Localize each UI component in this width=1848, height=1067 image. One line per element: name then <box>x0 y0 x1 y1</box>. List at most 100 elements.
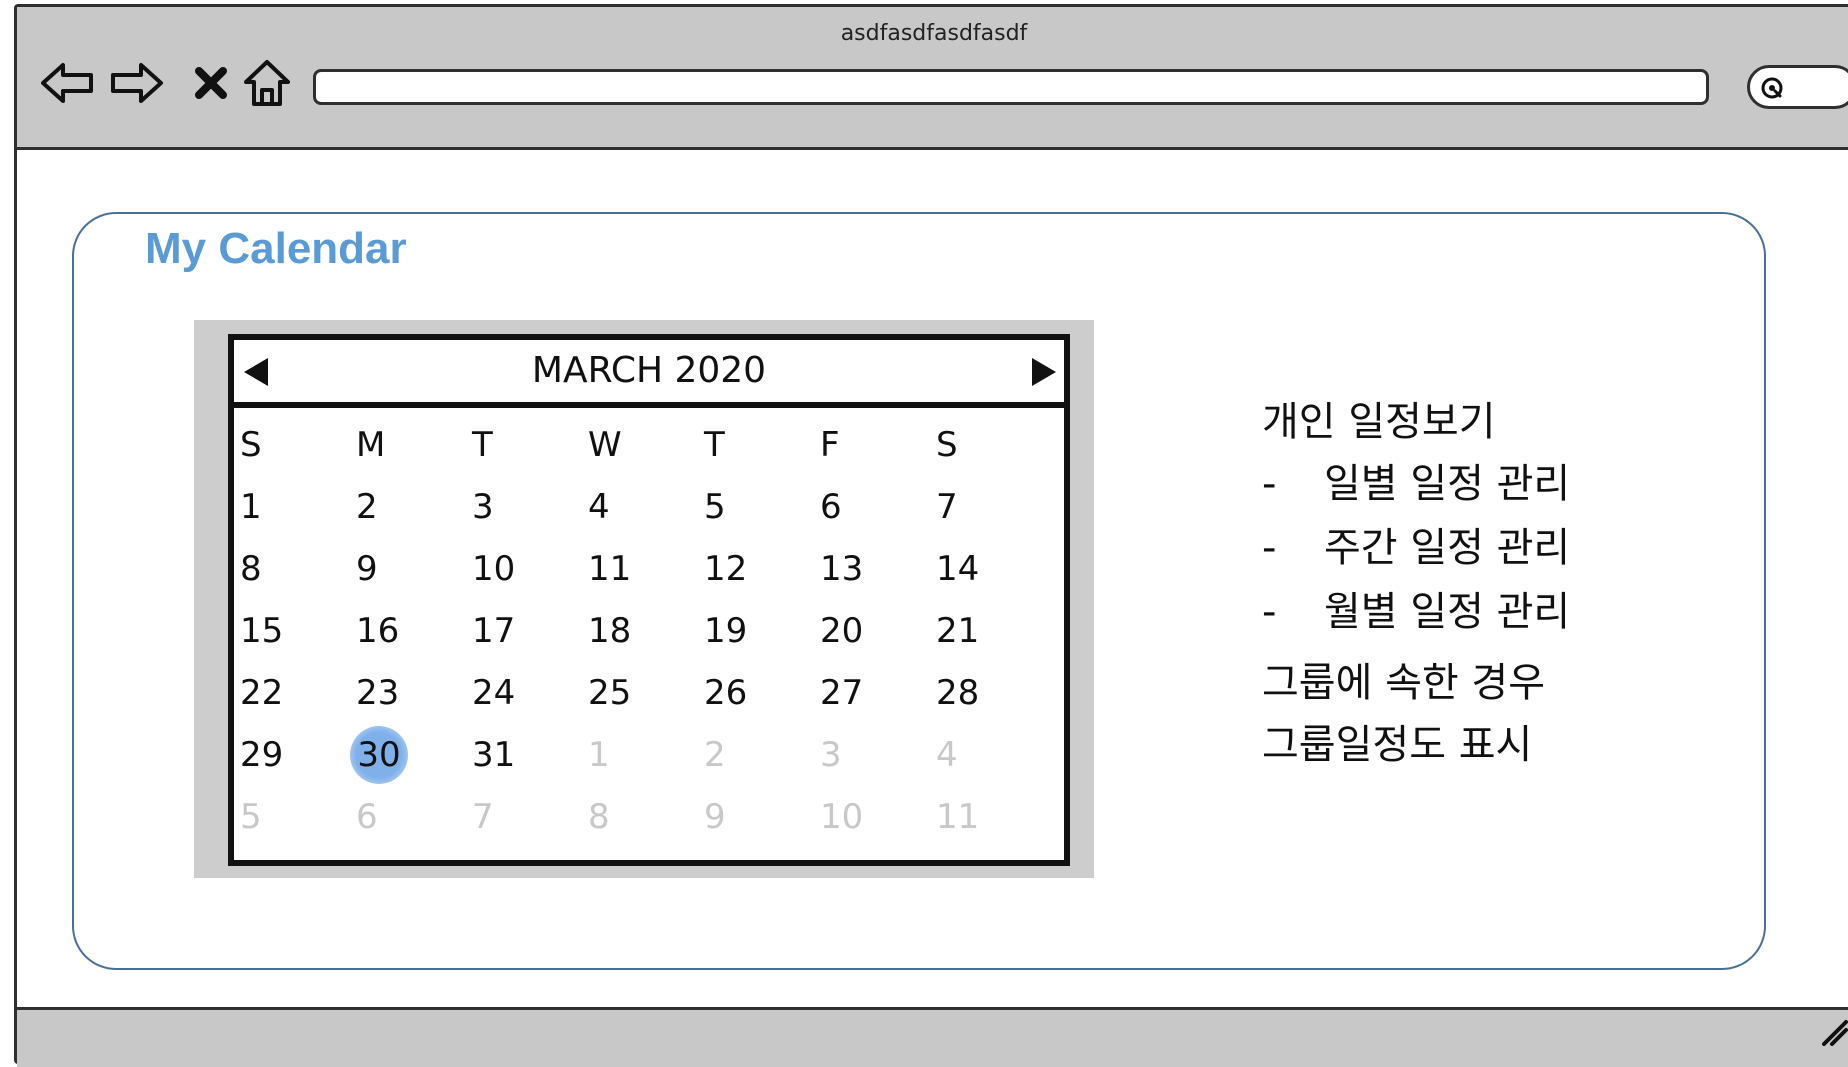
calendar-day[interactable]: 5 <box>240 786 356 848</box>
calendar-day[interactable]: 1 <box>240 476 356 538</box>
bullet-text: 주간 일정 관리 <box>1324 525 1571 571</box>
day-number: 18 <box>588 611 632 651</box>
calendar-day[interactable]: 19 <box>704 600 820 662</box>
calendar-day[interactable]: 11 <box>936 786 1052 848</box>
month-label: MARCH 2020 <box>531 350 767 391</box>
calendar-weeks: 1 2 3 4 5 6 7 8 9 10 11 12 13 14 15 16 17 18 19 20 21 22 23 24 2… <box>240 476 1058 848</box>
calendar-day[interactable]: 13 <box>820 538 936 600</box>
day-number: 22 <box>240 673 284 713</box>
calendar-day[interactable]: 21 <box>936 600 1052 662</box>
day-number: 11 <box>588 549 632 589</box>
search-box[interactable] <box>1747 65 1848 109</box>
resize-grip-icon[interactable] <box>1818 1016 1848 1050</box>
calendar-day[interactable]: 11 <box>588 538 704 600</box>
calendar-day[interactable]: 2 <box>704 724 820 786</box>
day-number: 31 <box>472 735 516 775</box>
calendar-day[interactable]: 31 <box>472 724 588 786</box>
calendar-day[interactable]: 9 <box>356 538 472 600</box>
calendar-day[interactable]: 27 <box>820 662 936 724</box>
bullet-text: 일별 일정 관리 <box>1324 461 1571 507</box>
bullet-dash: - <box>1262 589 1277 635</box>
calendar-day[interactable]: 10 <box>472 538 588 600</box>
day-number: 25 <box>588 673 632 713</box>
calendar-day[interactable]: 20 <box>820 600 936 662</box>
day-number: 15 <box>240 611 284 651</box>
calendar-day[interactable]: 4 <box>588 476 704 538</box>
day-number: 9 <box>356 549 378 589</box>
day-number: 24 <box>472 673 516 713</box>
weekday-row: S M T W T F S <box>240 414 1058 476</box>
calendar-day[interactable]: 12 <box>704 538 820 600</box>
week-row: 8 9 10 11 12 13 14 <box>240 538 1058 600</box>
calendar-day[interactable]: 14 <box>936 538 1052 600</box>
day-number: 5 <box>240 797 262 837</box>
day-number: 30 <box>350 726 408 784</box>
day-number: 7 <box>472 797 494 837</box>
weekday-label: T <box>472 425 493 465</box>
week-row: 15 16 17 18 19 20 21 <box>240 600 1058 662</box>
day-number: 8 <box>588 797 610 837</box>
day-number: 20 <box>820 611 864 651</box>
page-title: My Calendar <box>145 224 407 273</box>
notes-bullet: - 월별 일정 관리 <box>1262 580 1570 644</box>
calendar-day[interactable]: 29 <box>240 724 356 786</box>
calendar-day[interactable]: 6 <box>356 786 472 848</box>
day-number: 9 <box>704 797 726 837</box>
day-number: 6 <box>820 487 842 527</box>
calendar-day[interactable]: 8 <box>240 538 356 600</box>
forward-arrow-icon[interactable] <box>109 55 165 111</box>
calendar-day[interactable]: 5 <box>704 476 820 538</box>
weekday-label: F <box>820 425 840 465</box>
day-number: 19 <box>704 611 748 651</box>
search-icon[interactable] <box>1760 76 1786 106</box>
day-number: 27 <box>820 673 864 713</box>
day-number: 1 <box>588 735 610 775</box>
calendar-day[interactable]: 15 <box>240 600 356 662</box>
calendar-day[interactable]: 6 <box>820 476 936 538</box>
calendar-day[interactable]: 23 <box>356 662 472 724</box>
close-icon[interactable] <box>183 55 239 111</box>
calendar-day[interactable]: 1 <box>588 724 704 786</box>
next-month-button[interactable] <box>1030 356 1058 388</box>
calendar-day[interactable]: 8 <box>588 786 704 848</box>
group-note-line: 그룹일정도 표시 <box>1262 722 1533 768</box>
home-icon[interactable] <box>239 55 295 111</box>
notes-bullet: - 일별 일정 관리 <box>1262 452 1570 516</box>
day-number: 7 <box>936 487 958 527</box>
status-bar <box>17 1007 1848 1067</box>
day-number: 3 <box>820 735 842 775</box>
day-number: 2 <box>704 735 726 775</box>
calendar-day[interactable]: 7 <box>472 786 588 848</box>
calendar-day[interactable]: 28 <box>936 662 1052 724</box>
calendar-day[interactable]: 3 <box>820 724 936 786</box>
calendar-day[interactable]: 2 <box>356 476 472 538</box>
calendar-day-selected[interactable]: 30 <box>350 724 472 786</box>
calendar-day[interactable]: 4 <box>936 724 1052 786</box>
calendar-day[interactable]: 9 <box>704 786 820 848</box>
calendar-day[interactable]: 26 <box>704 662 820 724</box>
calendar-day[interactable]: 7 <box>936 476 1052 538</box>
day-number: 4 <box>588 487 610 527</box>
day-number: 12 <box>704 549 748 589</box>
weekday-label: W <box>588 425 622 465</box>
calendar-day[interactable]: 24 <box>472 662 588 724</box>
calendar-day[interactable]: 18 <box>588 600 704 662</box>
day-number: 23 <box>356 673 400 713</box>
weekday-label: S <box>240 425 262 465</box>
day-number: 8 <box>240 549 262 589</box>
day-number: 2 <box>356 487 378 527</box>
back-arrow-icon[interactable] <box>39 55 95 111</box>
feature-notes: 개인 일정보기 - 일별 일정 관리 - 주간 일정 관리 - 월별 일정 관리… <box>1262 392 1570 776</box>
address-bar[interactable] <box>313 69 1709 105</box>
calendar-day[interactable]: 17 <box>472 600 588 662</box>
calendar-grid: S M T W T F S 1 2 3 4 5 6 7 8 9 10 11 12 13 14 15 16 17 1… <box>240 414 1058 848</box>
day-number: 10 <box>820 797 864 837</box>
calendar-day[interactable]: 16 <box>356 600 472 662</box>
weekday-label: S <box>936 425 958 465</box>
calendar-day[interactable]: 3 <box>472 476 588 538</box>
calendar-day[interactable]: 10 <box>820 786 936 848</box>
calendar-day[interactable]: 22 <box>240 662 356 724</box>
calendar-day[interactable]: 25 <box>588 662 704 724</box>
day-number: 6 <box>356 797 378 837</box>
day-number: 3 <box>472 487 494 527</box>
